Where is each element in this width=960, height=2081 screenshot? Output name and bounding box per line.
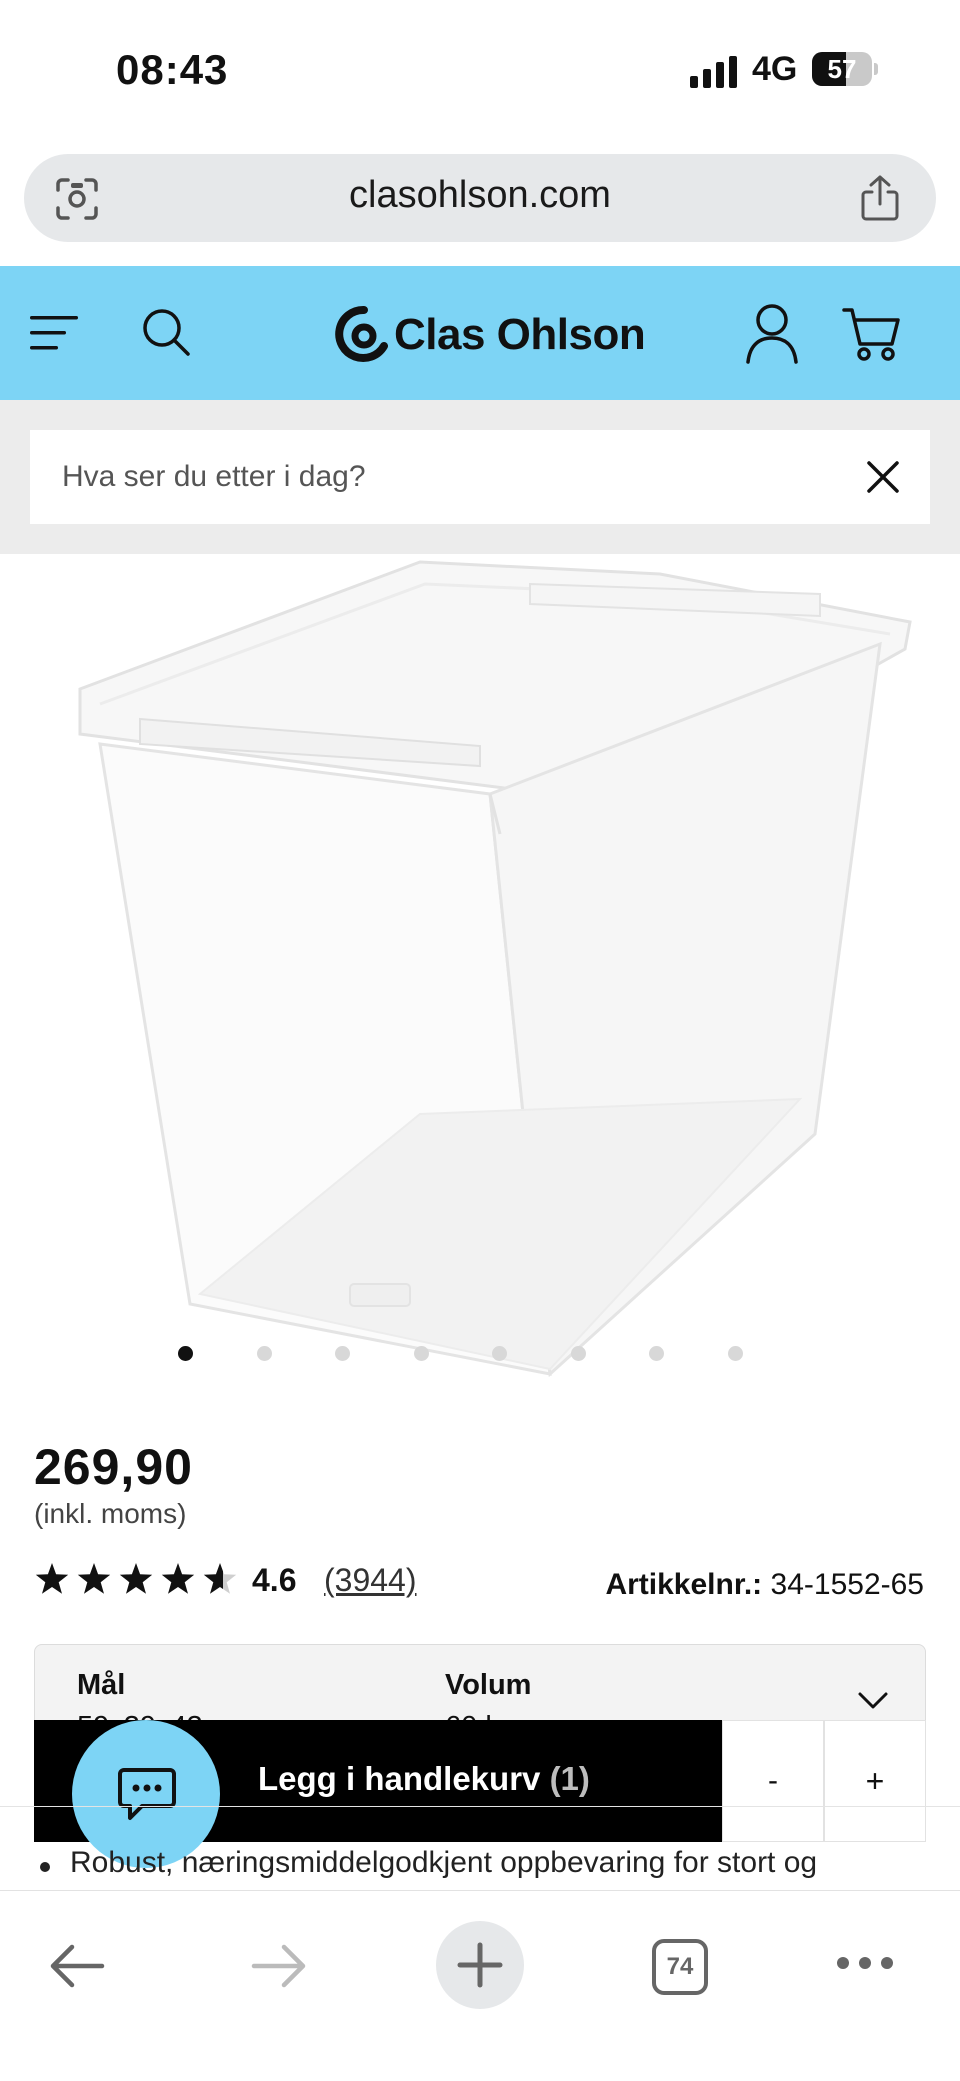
search-input[interactable]: Hva ser du etter i dag? [30,430,930,524]
carousel-dot[interactable] [728,1346,743,1361]
site-header: Clas Ohlson [0,266,960,400]
back-arrow-icon[interactable] [48,1943,106,1989]
spec-label-dimensions: Mål [77,1669,126,1701]
search-placeholder: Hva ser du etter i dag? [62,460,366,493]
forward-arrow-icon[interactable] [250,1943,308,1989]
network-label: 4G [752,50,798,88]
brand-logo-mark [335,305,388,362]
article-label: Artikkelnr.: [605,1568,763,1601]
battery-icon: 57 [812,52,878,86]
star-icon [203,1563,237,1594]
cart-count: (1) [549,1760,590,1797]
menu-icon[interactable] [30,314,80,352]
more-icon[interactable] [836,1955,894,1971]
carousel-dot[interactable] [414,1346,429,1361]
share-icon[interactable] [858,174,902,222]
address-bar[interactable]: clasohlson.com [24,154,936,242]
carousel-dot[interactable] [649,1346,664,1361]
star-icon [161,1563,195,1594]
add-to-cart-text: Legg i handlekurv [258,1760,541,1797]
product-image[interactable] [60,554,920,1384]
carousel-dot[interactable] [335,1346,350,1361]
carousel-dot[interactable] [571,1346,586,1361]
description-item: Robust, næringsmiddelgodkjent oppbevarin… [70,1846,818,1879]
url-text[interactable]: clasohlson.com [24,174,936,217]
search-icon[interactable] [140,306,192,358]
status-bar: 08:43 4G 57 [0,0,960,140]
cart-icon[interactable] [842,306,902,362]
quantity-increase-button[interactable]: + [824,1720,926,1842]
signal-icon [690,56,737,88]
new-tab-button[interactable] [436,1921,524,2009]
add-to-cart-label: Legg i handlekurv (1) [258,1760,590,1798]
quantity-decrease-button[interactable]: - [722,1720,824,1842]
tabs-button[interactable]: 74 [652,1939,708,1995]
article-value: 34-1552-65 [770,1568,924,1601]
chat-icon [118,1768,176,1820]
carousel-dot[interactable] [178,1346,193,1361]
rating-value: 4.6 [252,1562,297,1598]
carousel-dot[interactable] [492,1346,507,1361]
bullet [40,1862,50,1872]
article-number: Artikkelnr.: 34-1552-65 [605,1568,924,1602]
carousel-dots [0,1346,960,1362]
product-price: 269,90 [34,1439,193,1495]
browser-toolbar: 74 [0,1890,960,2081]
divider [0,1806,960,1807]
spec-label-volume: Volum [445,1669,532,1701]
battery-level: 57 [827,54,857,84]
close-icon[interactable] [866,460,900,494]
description-list: Robust, næringsmiddelgodkjent oppbevarin… [34,1846,934,1890]
carousel-dot[interactable] [257,1346,272,1361]
brand-logo[interactable]: Clas Ohlson [334,302,646,366]
review-count-link[interactable]: (3944) [324,1562,417,1599]
chevron-down-icon[interactable] [857,1691,889,1711]
price-note: (inkl. moms) [34,1498,187,1529]
rating-stars[interactable] [34,1562,244,1598]
star-icon [119,1563,153,1594]
status-time: 08:43 [116,46,229,93]
star-icon [35,1563,69,1594]
star-icon [77,1563,111,1594]
plus-icon [457,1942,503,1988]
search-area: Hva ser du etter i dag? [0,400,960,554]
brand-name: Clas Ohlson [394,310,646,359]
account-icon[interactable] [744,302,800,364]
